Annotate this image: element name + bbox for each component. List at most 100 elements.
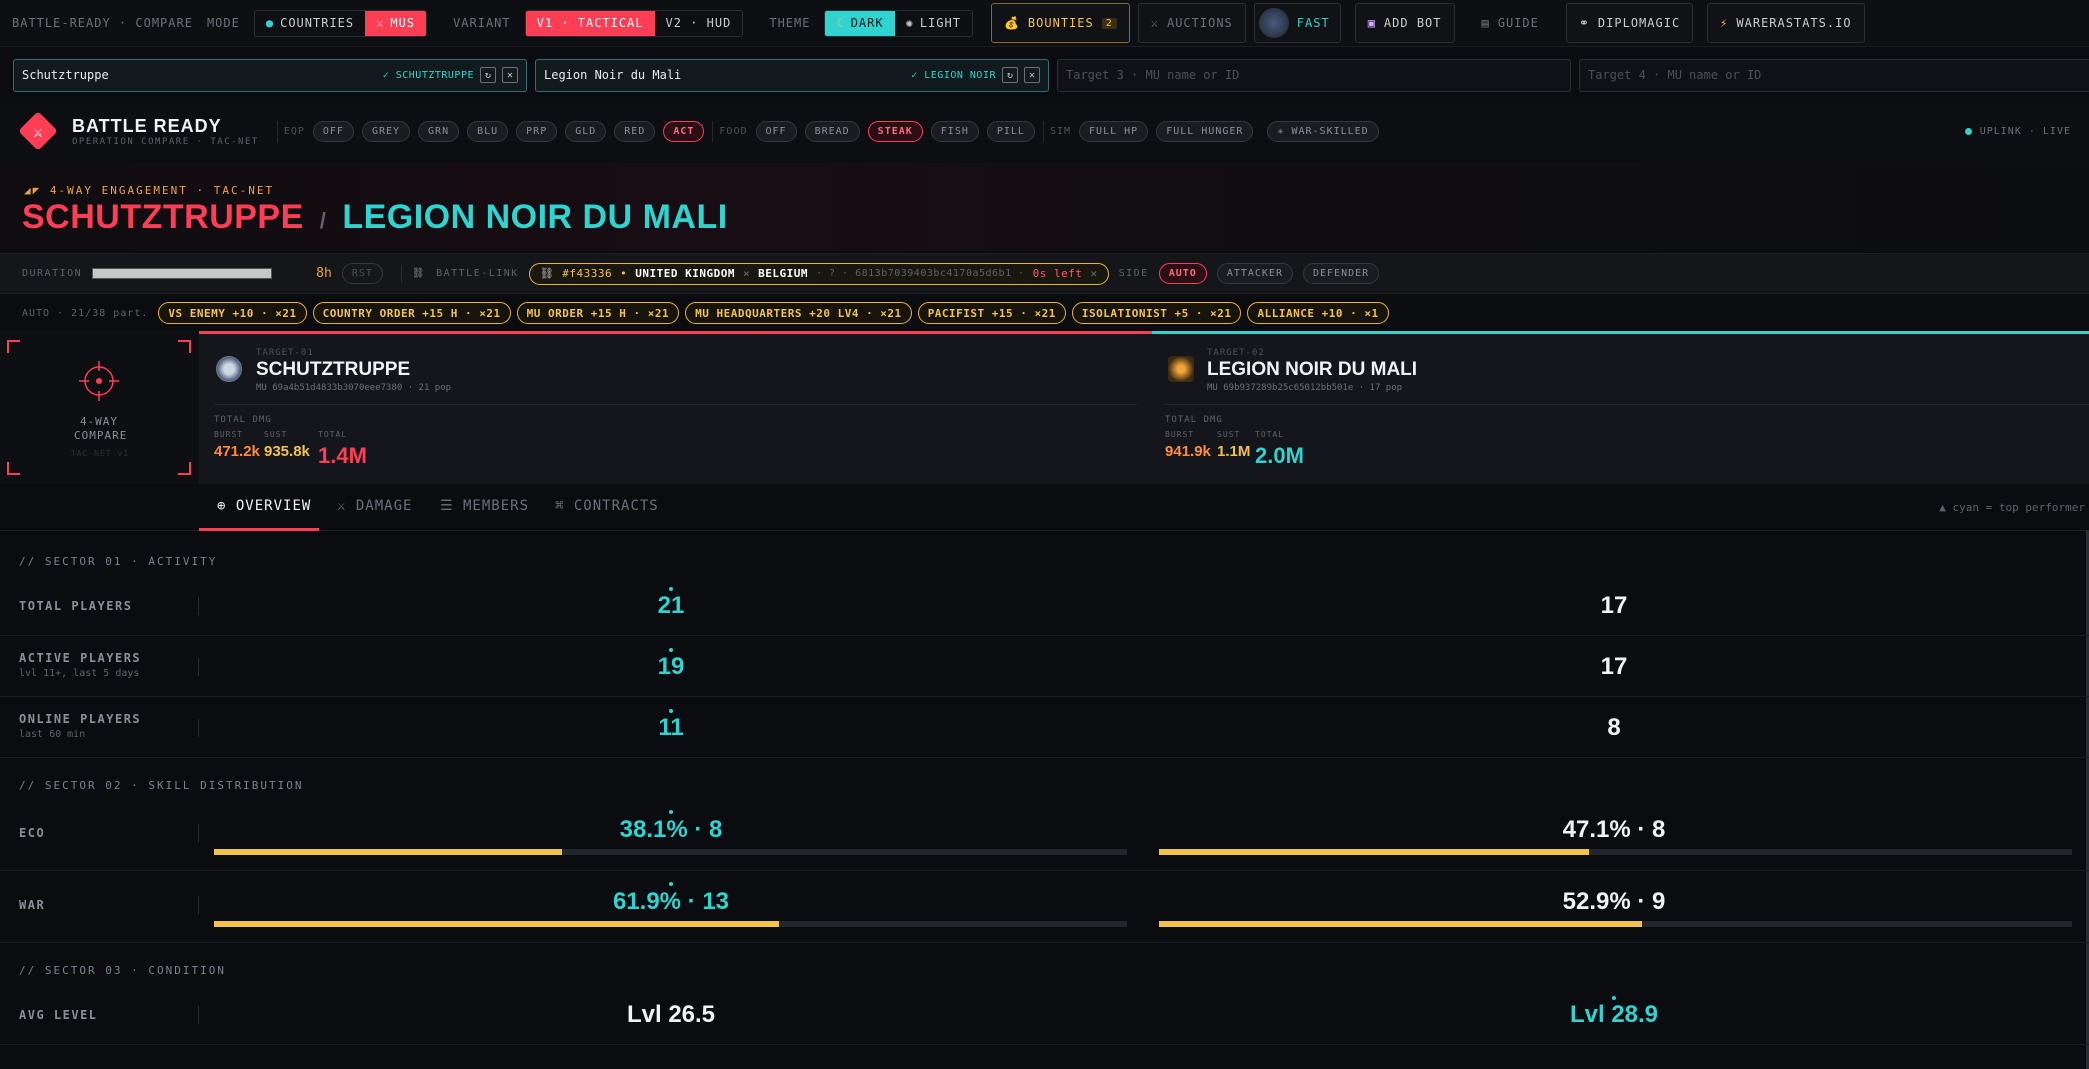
side-auto-button[interactable]: AUTO (1158, 263, 1207, 284)
target-1-emblem (216, 356, 242, 382)
target-1-card: TARGET-01 SCHUTZTRUPPE MU 69a4b51d4833b3… (199, 331, 1152, 484)
sust-value: 935.8k (264, 443, 310, 460)
row-label: ECO (19, 826, 46, 840)
war-skilled-button[interactable]: ✳ WAR-SKILLED (1267, 120, 1379, 142)
bonus-chip[interactable]: ISOLATIONIST +5 · ×21 (1071, 302, 1242, 324)
sim-full-hunger-button[interactable]: FULL HUNGER (1156, 120, 1254, 142)
target-3-field[interactable]: Target 3 · MU name or ID (1057, 58, 1571, 92)
target-1-input[interactable]: Schutztruppe (22, 68, 377, 82)
eqp-gld-button[interactable]: GLD (565, 120, 607, 142)
bonus-chip[interactable]: MU HEADQUARTERS +20 LV4 · ×21 (685, 302, 912, 324)
mode-countries-button[interactable]: ● COUNTRIES (255, 11, 365, 36)
duration-slider[interactable] (92, 268, 273, 279)
target-1-accent (199, 331, 1152, 334)
variant-v2-button[interactable]: V2 · HUD (655, 11, 743, 36)
eqp-red-button[interactable]: RED (614, 120, 656, 142)
bonus-chip[interactable]: ALLIANCE +10 · ×1 (1247, 302, 1389, 324)
eqp-off-button[interactable]: OFF (312, 120, 354, 142)
title-target-1: SCHUTZTRUPPE (22, 198, 304, 236)
total-dmg-label: TOTAL DMG (1165, 415, 1223, 425)
value-target-1: 19 (657, 653, 685, 680)
guide-button[interactable]: ▤ GUIDE (1469, 3, 1552, 43)
sector-activity-heading: // SECTOR 01 · ACTIVITY (19, 555, 218, 568)
variant-toggle: V1 · TACTICAL V2 · HUD (524, 9, 744, 37)
battle-link-label: BATTLE-LINK (436, 268, 519, 279)
uplink-status: UPLINK · LIVE (1979, 125, 2071, 137)
target-1-tag: TARGET-01 (256, 348, 314, 358)
top-performer-marker (669, 587, 673, 591)
list-icon: ☰ (440, 498, 454, 514)
app-logo: ⚔ (18, 111, 58, 151)
top-bar: BATTLE-READY · COMPARE MODE ● COUNTRIES ⚔… (0, 0, 2089, 47)
country-a: UNITED KINGDOM (635, 267, 735, 280)
battle-link-chip[interactable]: ⛓ #f43336 • UNITED KINGDOM × BELGIUM · ?… (528, 262, 1109, 285)
top-performer-marker (669, 882, 673, 886)
diplomagic-button[interactable]: ⚭ DIPLOMAGIC (1565, 3, 1694, 43)
bot-icon: ▣ (1367, 16, 1376, 30)
moon-icon: ☾ (836, 16, 845, 30)
side-defender-button[interactable]: DEFENDER (1302, 263, 1380, 284)
sim-full-hp-button[interactable]: FULL HP (1079, 120, 1149, 142)
bonus-chip[interactable]: COUNTRY ORDER +15 H · ×21 (312, 302, 511, 324)
target-1-field[interactable]: Schutztruppe ✓ SCHUTZTRUPPE ↻ ✕ (13, 58, 527, 92)
eqp-grn-button[interactable]: GRN (418, 120, 460, 142)
battle-hash: · ? · 6813b7039403bc4170a5d6b1 · (815, 268, 1025, 279)
food-steak-button[interactable]: STEAK (867, 120, 923, 142)
close-icon[interactable]: ✕ (1091, 267, 1098, 280)
tab-contracts[interactable]: ⌘ CONTRACTS (555, 498, 659, 514)
chevron-icon: ◢◤ (24, 184, 42, 197)
top-performer-marker (669, 709, 673, 713)
war-bar-fill-target-1 (214, 921, 780, 927)
country-b: BELGIUM (758, 267, 808, 280)
row-separator (198, 597, 199, 615)
theme-light-button[interactable]: ✺ LIGHT (895, 11, 972, 36)
auto-participants: AUTO · 21/38 part. (22, 307, 149, 319)
app-title-block: BATTLE READY OPERATION COMPARE · TAC-NET (72, 116, 259, 147)
tab-members[interactable]: ☰ MEMBERS (440, 498, 529, 514)
eco-bar-target-1 (214, 849, 1127, 855)
auctions-button[interactable]: ⚔ AUCTIONS (1137, 3, 1246, 43)
value-target-2: 52.9% · 9 (1562, 888, 1666, 915)
target-2-field[interactable]: Legion Noir du Mali ✓ LEGION NOIR ↻ ✕ (535, 58, 1049, 92)
close-icon[interactable]: ✕ (1024, 67, 1040, 83)
food-bread-button[interactable]: BREAD (804, 120, 860, 142)
bonus-chip[interactable]: VS ENEMY +10 · ×21 (158, 302, 307, 324)
food-pill-button[interactable]: PILL (986, 120, 1035, 142)
close-icon[interactable]: ✕ (502, 67, 518, 83)
bonus-chip[interactable]: PACIFIST +15 · ×21 (917, 302, 1066, 324)
add-bot-button[interactable]: ▣ ADD BOT (1354, 3, 1455, 43)
target-2-name: LEGION NOIR DU MALI (1207, 359, 1418, 380)
refresh-icon[interactable]: ↻ (480, 67, 496, 83)
sust-label: SUST (264, 430, 288, 439)
tab-overview[interactable]: ⊕ OVERVIEW (217, 498, 311, 514)
food-off-button[interactable]: OFF (755, 120, 797, 142)
side-attacker-button[interactable]: ATTACKER (1216, 263, 1293, 284)
bonus-chip[interactable]: MU ORDER +15 H · ×21 (516, 302, 680, 324)
bounties-button[interactable]: 💰 BOUNTIES 2 (990, 3, 1130, 43)
tab-damage[interactable]: ⚔ DAMAGE (337, 498, 412, 514)
food-fish-button[interactable]: FISH (930, 120, 979, 142)
reset-button[interactable]: RST (341, 263, 383, 284)
warerastats-button[interactable]: ⚡ WARERASTATS.IO (1707, 3, 1865, 43)
link-icon: ⛓ (411, 268, 427, 279)
swords-icon: ⚔ (376, 16, 385, 30)
eqp-prp-button[interactable]: PRP (516, 120, 558, 142)
refresh-icon[interactable]: ↻ (1002, 67, 1018, 83)
target-4-field[interactable]: Target 4 · MU name or ID (1579, 58, 2089, 92)
handshake-icon: ⚭ (1578, 16, 1590, 30)
fast-button[interactable]: FAST (1253, 3, 1341, 43)
target-3-input[interactable]: Target 3 · MU name or ID (1066, 68, 1239, 82)
eqp-act-button[interactable]: ACT (663, 120, 705, 142)
sun-icon: ✺ (905, 16, 914, 30)
burst-value: 471.2k (214, 443, 260, 460)
target-4-input[interactable]: Target 4 · MU name or ID (1588, 68, 1761, 82)
variant-v1-button[interactable]: V1 · TACTICAL (525, 10, 655, 36)
eqp-grey-button[interactable]: GREY (361, 120, 411, 142)
theme-label: THEME (769, 16, 811, 30)
target-icon: ⊕ (217, 498, 227, 514)
mode-mus-button[interactable]: ⚔ MUS (365, 10, 427, 36)
eqp-blu-button[interactable]: BLU (467, 120, 509, 142)
row-separator (198, 824, 199, 842)
target-2-input[interactable]: Legion Noir du Mali (544, 68, 905, 82)
theme-dark-button[interactable]: ☾ DARK (825, 10, 895, 36)
